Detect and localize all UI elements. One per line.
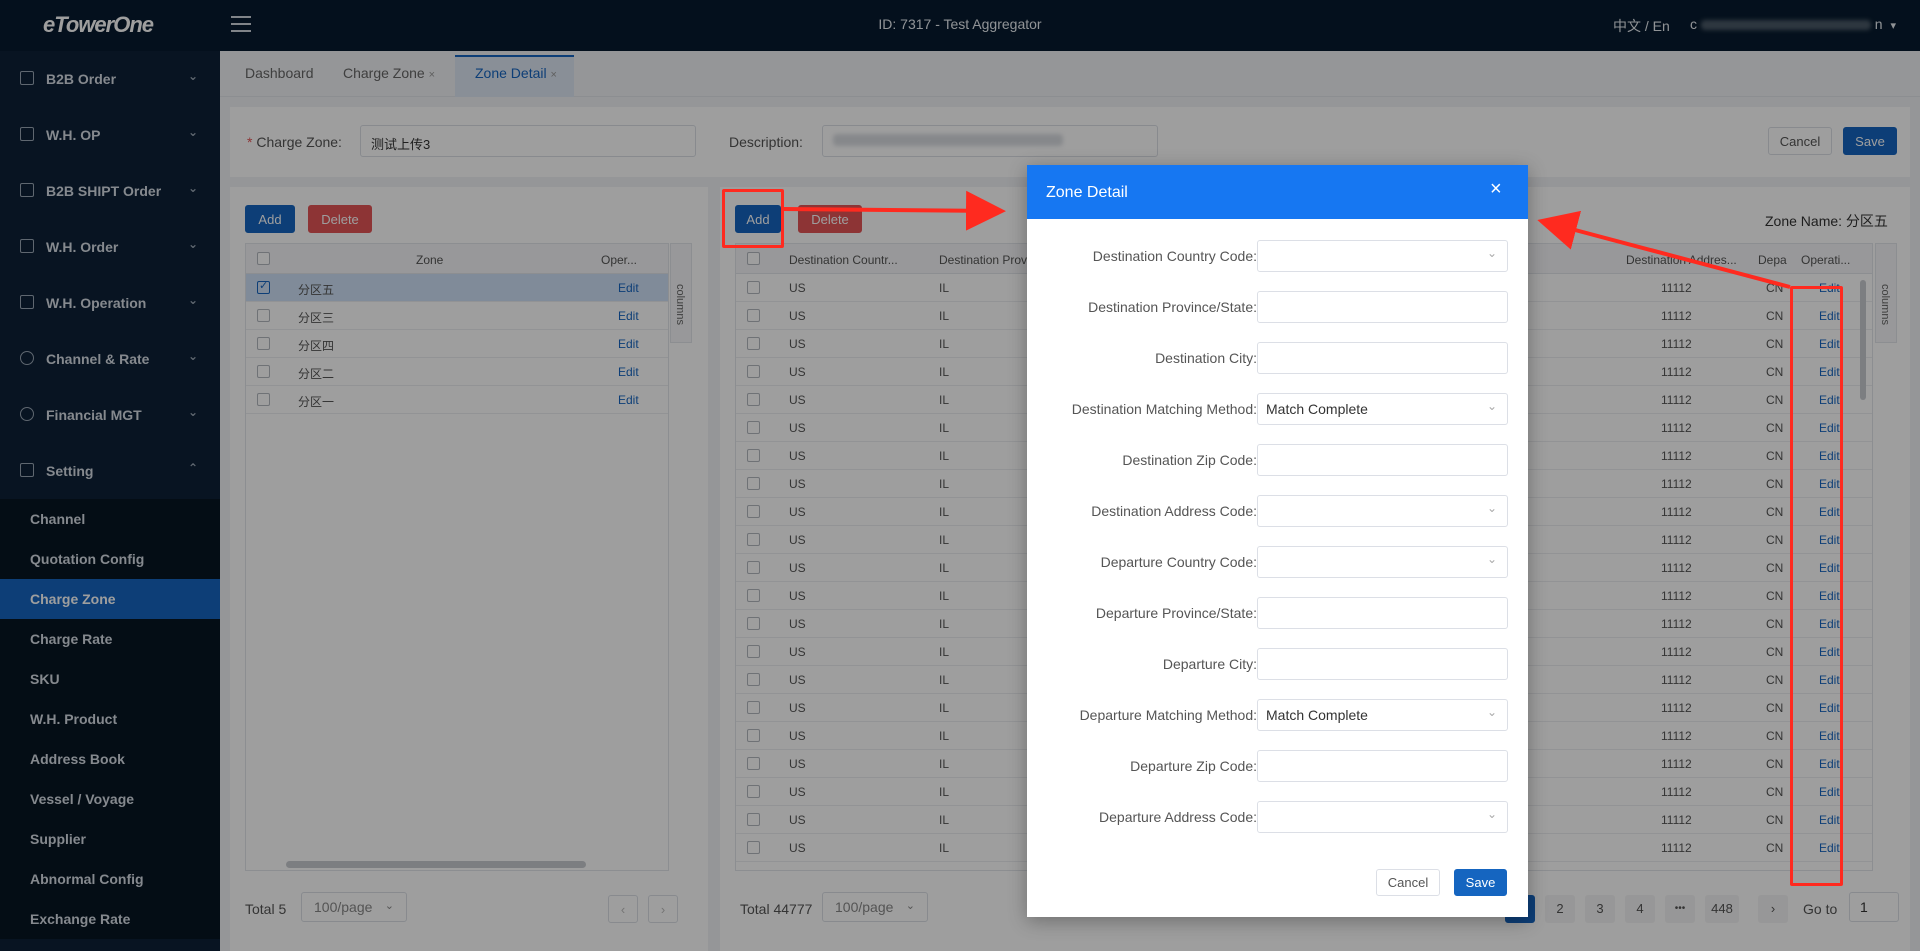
annotation-arrow-left — [1537, 210, 1791, 289]
annotation-arrows — [783, 190, 1791, 289]
annotation-arrow-right — [783, 190, 1006, 231]
